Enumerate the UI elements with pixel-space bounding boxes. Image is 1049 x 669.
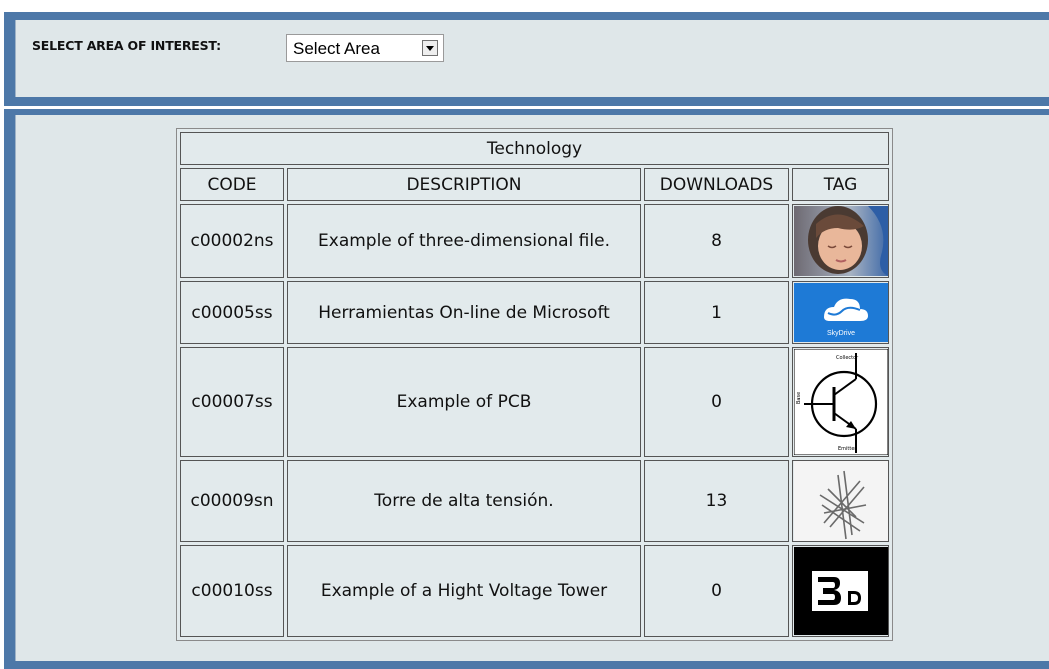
row-code: c00009sn (180, 460, 284, 542)
child-photo-thumbnail-icon[interactable] (793, 206, 888, 276)
area-filter-label: SELECT AREA OF INTEREST: (32, 38, 221, 53)
table-title: Technology (180, 132, 889, 165)
column-header-code: CODE (180, 168, 284, 201)
row-description: Example of a Hight Voltage Tower (287, 545, 641, 637)
column-header-downloads: DOWNLOADS (644, 168, 789, 201)
row-downloads: 8 (644, 204, 789, 278)
row-description: Herramientas On-line de Microsoft (287, 281, 641, 344)
row-code: c00005ss (180, 281, 284, 344)
base-label: Base (796, 392, 802, 404)
collector-label: Collector (836, 355, 859, 361)
row-description: Example of three-dimensional file. (287, 204, 641, 278)
column-header-description: DESCRIPTION (287, 168, 641, 201)
row-code: c00002ns (180, 204, 284, 278)
row-description: Torre de alta tensión. (287, 460, 641, 542)
filter-panel-inner (15, 20, 1049, 97)
column-header-tag: TAG (792, 168, 889, 201)
row-tag[interactable] (792, 545, 889, 637)
row-tag[interactable] (792, 460, 889, 542)
table-row[interactable]: c00002ns Example of three-dimensional fi… (180, 204, 889, 278)
row-tag[interactable] (792, 204, 889, 278)
row-downloads: 0 (644, 545, 789, 637)
row-downloads: 0 (644, 347, 789, 457)
table-row[interactable]: c00010ss Example of a Hight Voltage Towe… (180, 545, 889, 637)
row-description: Example of PCB (287, 347, 641, 457)
3d-logo-icon[interactable] (793, 547, 888, 635)
tower-sketch-icon[interactable] (793, 461, 888, 541)
table-row[interactable]: c00007ss Example of PCB 0 Collector Base… (180, 347, 889, 457)
row-downloads: 1 (644, 281, 789, 344)
skydrive-logo-icon[interactable]: SkyDrive (793, 283, 888, 342)
row-code: c00010ss (180, 545, 284, 637)
area-select[interactable]: Select Area (286, 34, 444, 62)
row-downloads: 13 (644, 460, 789, 542)
technology-table: Technology CODE DESCRIPTION DOWNLOADS TA… (176, 128, 893, 641)
filter-panel (4, 12, 1049, 106)
row-tag[interactable]: SkyDrive (792, 281, 889, 344)
transistor-symbol-icon[interactable]: Collector Base Emitter (793, 349, 888, 455)
area-select-value: Select Area (293, 39, 380, 58)
row-tag[interactable]: Collector Base Emitter (792, 347, 889, 457)
chevron-down-icon[interactable] (422, 40, 438, 56)
skydrive-logo-text: SkyDrive (826, 330, 854, 337)
emitter-label: Emitter (838, 446, 857, 452)
table-row[interactable]: c00005ss Herramientas On-line de Microso… (180, 281, 889, 344)
row-code: c00007ss (180, 347, 284, 457)
table-row[interactable]: c00009sn Torre de alta tensión. 13 (180, 460, 889, 542)
